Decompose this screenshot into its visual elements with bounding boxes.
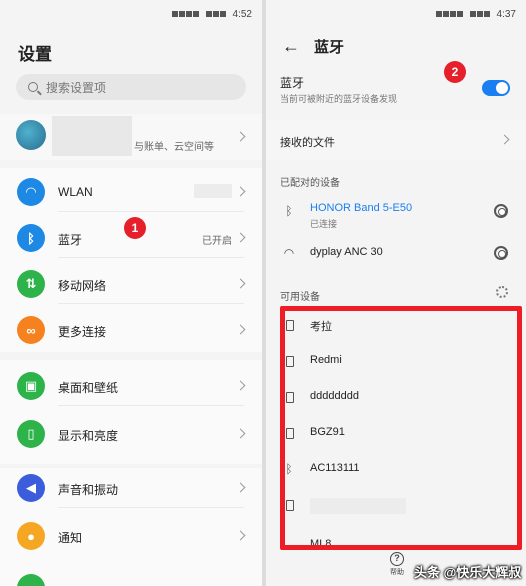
- row-wlan[interactable]: ◠ WLAN: [0, 172, 262, 212]
- row-label: 声音和振动: [58, 483, 119, 497]
- row-label: 显示和亮度: [58, 429, 119, 443]
- row-label: 更多连接: [58, 325, 107, 339]
- status-bar: 4:52: [0, 0, 262, 28]
- speaker-icon: ◀: [17, 474, 45, 502]
- wifi-name-redacted: [194, 184, 232, 198]
- gear-icon[interactable]: [494, 204, 508, 218]
- paired-device-row[interactable]: ◠ dyplay ANC 30: [266, 236, 526, 272]
- row-label: 蓝牙: [58, 233, 83, 247]
- received-files-row[interactable]: 接收的文件: [266, 120, 526, 160]
- bluetooth-label: 蓝牙: [280, 76, 305, 90]
- received-files-label: 接收的文件: [280, 137, 335, 149]
- bluetooth-status: 已开启: [202, 236, 232, 247]
- watermark: 头条 @快乐大辉叔: [414, 565, 522, 580]
- display-icon: ▯: [17, 420, 45, 448]
- wallpaper-icon: ▣: [17, 372, 45, 400]
- chevron-right-icon: [499, 134, 510, 145]
- step-badge-2: 2: [444, 61, 466, 83]
- row-label: 桌面和壁纸: [58, 381, 119, 395]
- wifi-icon: ◠: [17, 178, 45, 206]
- bell-icon: ●: [17, 522, 45, 550]
- system-icons: [205, 11, 227, 17]
- chevron-right-icon: [235, 482, 246, 493]
- page-title: 设置: [18, 45, 52, 64]
- chevron-right-icon: [235, 131, 246, 142]
- paired-section: 已配对的设备 ᛒ HONOR Band 5-E50 已连接 ◠ dyplay A…: [266, 166, 526, 270]
- back-arrow-icon[interactable]: ←: [282, 36, 300, 57]
- headphones-icon: ◠: [283, 246, 295, 260]
- chevron-right-icon: [235, 380, 246, 391]
- highlight-box: [280, 306, 522, 550]
- loading-spinner-icon: [496, 286, 508, 298]
- available-header: 可用设备: [280, 292, 320, 303]
- chevron-right-icon: [235, 232, 246, 243]
- search-input[interactable]: 搜索设置项: [16, 74, 246, 100]
- row-sound[interactable]: ◀ 声音和振动: [0, 468, 262, 508]
- bluetooth-toggle-row[interactable]: 蓝牙 当前可被附近的蓝牙设备发现: [266, 66, 526, 116]
- bluetooth-icon: ᛒ: [17, 224, 45, 252]
- display-group: ▣ 桌面和壁纸 ▯ 显示和亮度: [0, 360, 262, 464]
- device-name: dyplay ANC 30: [310, 246, 383, 258]
- bluetooth-switch[interactable]: [482, 80, 510, 96]
- notification-icons: [171, 11, 200, 17]
- status-time: 4:52: [232, 8, 252, 20]
- chevron-right-icon: [235, 530, 246, 541]
- avatar: [16, 120, 46, 150]
- chevron-right-icon: [235, 428, 246, 439]
- gear-icon[interactable]: [494, 246, 508, 260]
- chevron-right-icon: [235, 278, 246, 289]
- step-badge-1: 1: [124, 217, 146, 239]
- account-row[interactable]: 与账单、云空间等: [0, 114, 262, 160]
- page-title: 蓝牙: [314, 38, 345, 56]
- row-wallpaper[interactable]: ▣ 桌面和壁纸: [0, 366, 262, 406]
- connectivity-group: ◠ WLAN ᛒ 蓝牙 已开启 ⇅ 移动网络 ∞ 更多连接: [0, 168, 262, 352]
- system-icons: [469, 11, 491, 17]
- row-more-connections[interactable]: ∞ 更多连接: [0, 310, 262, 350]
- mobile-network-icon: ⇅: [17, 270, 45, 298]
- row-notifications[interactable]: ● 通知: [0, 516, 262, 556]
- help-icon: ?: [390, 552, 404, 566]
- row-label: 移动网络: [58, 279, 107, 293]
- row-mobile-network[interactable]: ⇅ 移动网络: [0, 264, 262, 304]
- partial-icon: [17, 574, 45, 586]
- status-time: 4:37: [496, 8, 516, 20]
- row-label: WLAN: [58, 185, 93, 199]
- notification-icons: [435, 11, 464, 17]
- help-button[interactable]: ? 帮助: [386, 552, 408, 577]
- search-placeholder: 搜索设置项: [46, 80, 107, 95]
- row-partial[interactable]: [0, 568, 262, 586]
- status-bar: 4:37: [266, 0, 526, 28]
- page-header: ← 蓝牙: [266, 28, 526, 64]
- device-name: HONOR Band 5-E50: [310, 202, 413, 214]
- settings-panel: 4:52 设置 搜索设置项 与账单、云空间等 ◠ WLAN ᛒ 蓝牙 已开启 ⇅…: [0, 0, 262, 586]
- help-label: 帮助: [390, 569, 404, 576]
- account-subtitle: 与账单、云空间等: [134, 142, 214, 153]
- bluetooth-description: 当前可被附近的蓝牙设备发现: [280, 94, 398, 104]
- chevron-right-icon: [235, 186, 246, 197]
- row-label: 通知: [58, 531, 83, 545]
- sound-group: ◀ 声音和振动 ● 通知: [0, 468, 262, 586]
- account-name-redacted: [52, 116, 132, 156]
- row-display[interactable]: ▯ 显示和亮度: [0, 414, 262, 454]
- chevron-right-icon: [235, 324, 246, 335]
- paired-header: 已配对的设备: [280, 178, 340, 189]
- paired-device-row[interactable]: ᛒ HONOR Band 5-E50 已连接: [266, 194, 526, 234]
- link-icon: ∞: [17, 316, 45, 344]
- device-status: 已连接: [310, 219, 338, 229]
- search-icon: [28, 82, 38, 92]
- bluetooth-icon: ᛒ: [285, 204, 293, 218]
